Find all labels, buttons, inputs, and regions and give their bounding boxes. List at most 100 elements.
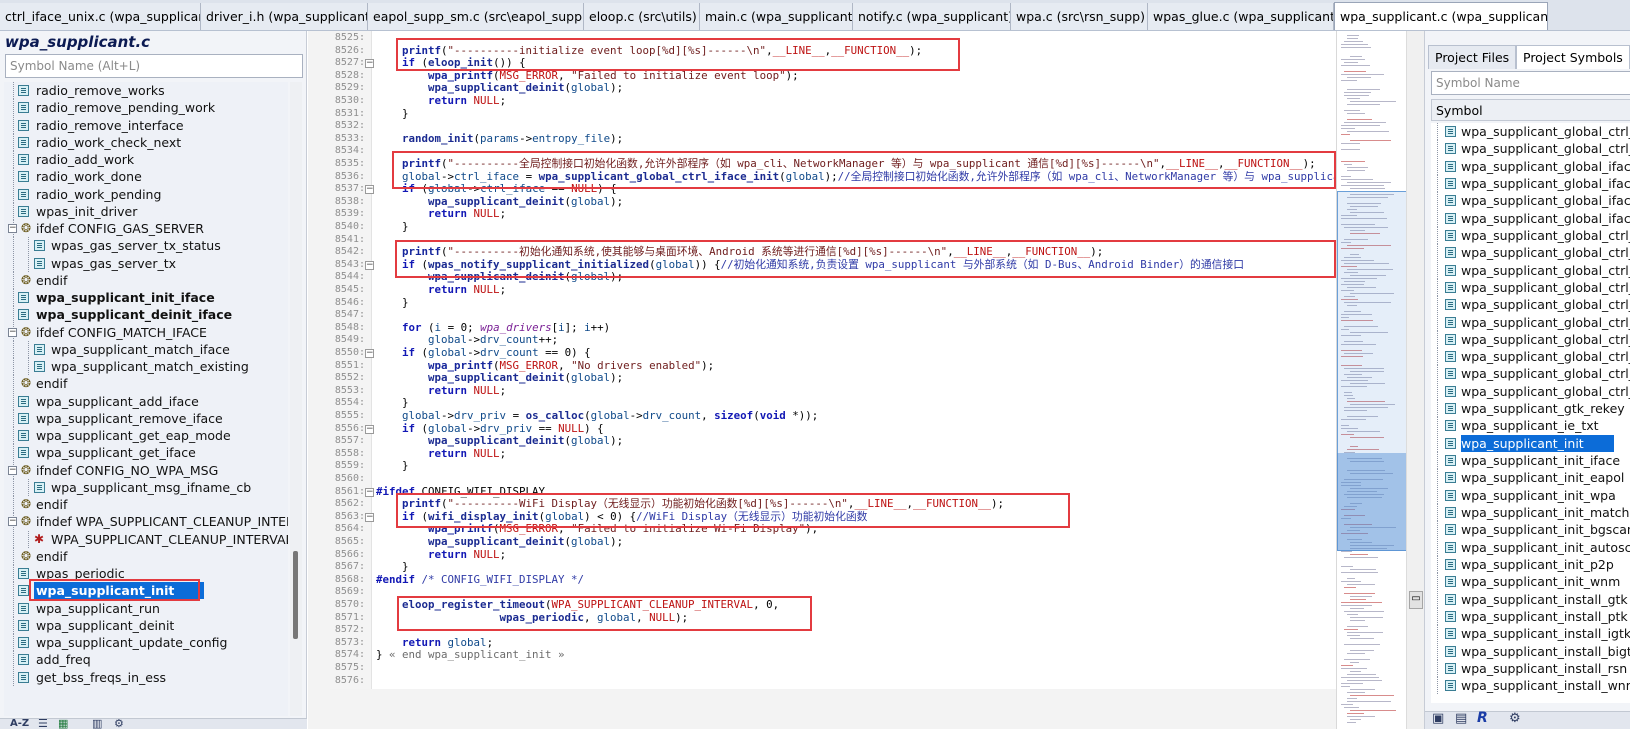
symbol-tree-item[interactable]: ❂ endif (4, 271, 288, 289)
sort-az-icon[interactable]: A-Z (10, 719, 29, 729)
tab-eapol-supp-sm-c[interactable]: eapol_supp_sm.c (src\eapol_supp) (368, 3, 584, 30)
project-symbol-item[interactable]: wpa_supplicant_init_eapol (1431, 469, 1630, 487)
scroll-down-icon[interactable]: ▭ (1409, 591, 1423, 609)
symbol-tree-item[interactable]: add_freq (4, 651, 288, 669)
refresh-r-icon[interactable]: R (1477, 711, 1488, 725)
settings-gear-icon[interactable]: ⚙ (1509, 712, 1521, 725)
project-symbol-item[interactable]: wpa_supplicant_global_iface_add (1431, 157, 1630, 175)
book-icon[interactable]: ▥ (92, 719, 102, 729)
project-symbol-item[interactable]: wpa_supplicant_install_ptk (1431, 607, 1630, 625)
project-symbol-item[interactable]: wpa_supplicant_init_autoscan (1431, 538, 1630, 556)
symbol-tree-item[interactable]: wpa_supplicant_init (4, 582, 288, 600)
fold-toggle-icon[interactable]: − (365, 260, 374, 270)
symbol-tree-item[interactable]: wpa_supplicant_deinit_iface (4, 306, 288, 324)
open-file-icon[interactable]: ▣ (1432, 712, 1444, 725)
symbol-tree-item[interactable]: radio_remove_works (4, 82, 288, 99)
symbol-tree-item[interactable]: radio_work_done (4, 168, 288, 186)
project-symbol-item[interactable]: wpa_supplicant_global_ctrl_iface_ctrl_rs… (1431, 382, 1630, 400)
project-symbol-item[interactable]: wpa_supplicant_install_bigtk (1431, 642, 1630, 660)
editor-vertical-scrollbar[interactable]: ▭ (1406, 31, 1424, 729)
project-symbol-item[interactable]: wpa_supplicant_global_iface_remove (1431, 174, 1630, 192)
tab-project-files[interactable]: Project Files (1428, 45, 1517, 69)
project-symbol-search-input[interactable] (1431, 71, 1630, 95)
symbol-tree-item[interactable]: − ❂ ifndef CONFIG_NO_WPA_MSG (4, 461, 288, 479)
symbol-tree-item[interactable]: − ❂ ifndef WPA_SUPPLICANT_CLEANUP_INTERVA (4, 513, 288, 531)
new-file-icon[interactable]: ▤ (1455, 712, 1467, 725)
tab-wpas-glue-c[interactable]: wpas_glue.c (wpa_supplicant) (1148, 3, 1334, 30)
project-symbol-item[interactable]: wpa_supplicant_global_ctrl_iface_init (1431, 123, 1630, 140)
symbol-tree-item[interactable]: wpa_supplicant_match_existing (4, 358, 288, 375)
code-line[interactable]: #endif /* CONFIG_WIFI_DISPLAY */ (376, 573, 584, 587)
project-symbol-item[interactable]: wpa_supplicant_gtk_rekey (1431, 400, 1630, 418)
project-symbol-item[interactable]: wpa_supplicant_global_ctrl_iface_level (1431, 348, 1630, 366)
list-view-icon[interactable]: ☰ (38, 719, 48, 729)
symbol-tree-item[interactable]: wpa_supplicant_match_iface (4, 340, 288, 358)
project-symbol-item[interactable]: wpa_supplicant_init (1431, 434, 1630, 452)
symbol-tree-item[interactable]: wpas_init_driver (4, 202, 288, 220)
project-symbol-item[interactable]: wpa_supplicant_global_iface_interfaces (1431, 209, 1630, 227)
code-line[interactable]: return NULL; (376, 283, 506, 297)
code-line[interactable]: return NULL; (376, 94, 506, 108)
project-symbol-item[interactable]: wpa_supplicant_install_igtk (1431, 625, 1630, 643)
symbol-tree-item[interactable]: wpa_supplicant_deinit (4, 616, 288, 634)
tab-notify-c[interactable]: notify.c (wpa_supplicant) (853, 3, 1011, 30)
fold-toggle-icon[interactable]: − (365, 424, 374, 434)
symbol-tree-item[interactable]: ❂ endif (4, 547, 288, 565)
code-line[interactable]: } (376, 107, 409, 121)
project-symbol-item[interactable]: wpa_supplicant_init_iface (1431, 452, 1630, 470)
code-line[interactable]: } (376, 220, 409, 234)
symbol-tree-item[interactable]: wpa_supplicant_run (4, 599, 288, 617)
collapse-toggle-icon[interactable]: − (8, 465, 17, 475)
tab-wpa-supplicant-c[interactable]: wpa_supplicant.c (wpa_supplicant)✕ (1334, 2, 1548, 30)
symbol-tree-item[interactable]: wpas_periodic (4, 565, 288, 582)
project-symbol-item[interactable]: wpa_supplicant_global_iface_list (1431, 192, 1630, 210)
collapse-toggle-icon[interactable]: − (8, 517, 17, 527)
tab-project-symbols[interactable]: Project Symbols (1516, 45, 1630, 69)
project-symbol-item[interactable]: wpa_supplicant_init_wpa (1431, 486, 1630, 504)
symbol-tree-item[interactable]: ❂ endif (4, 375, 288, 393)
code-line[interactable]: wpas_periodic, global, NULL); (376, 611, 689, 625)
project-symbol-item[interactable]: wpa_supplicant_install_gtk (1431, 590, 1630, 608)
symbol-tree-item[interactable]: ❂ endif (4, 496, 288, 513)
project-symbol-item[interactable]: wpa_supplicant_global_ctrl_iface_process (1431, 226, 1630, 244)
symbol-tree-item[interactable]: wpa_supplicant_init_iface (4, 289, 288, 306)
project-symbol-item[interactable]: wpa_supplicant_init_p2p (1431, 556, 1630, 573)
symbol-column-header[interactable]: Symbol (1431, 99, 1630, 121)
symbol-tree-item[interactable]: − ❂ ifdef CONFIG_GAS_SERVER (4, 220, 288, 237)
collapse-toggle-icon[interactable]: − (8, 327, 17, 337)
symbol-tree-item[interactable]: get_bss_freqs_in_ess (4, 668, 288, 686)
project-symbol-item[interactable]: wpa_supplicant_init_match (1431, 504, 1630, 522)
project-symbol-item[interactable]: wpa_supplicant_global_ctrl_iface_open (1431, 278, 1630, 296)
symbol-tree-item[interactable]: radio_remove_interface (4, 116, 288, 134)
symbol-tree-item[interactable]: wpa_supplicant_msg_ifname_cb (4, 478, 288, 496)
project-symbol-item[interactable]: wpa_supplicant_global_ctrl_iface_send (1431, 261, 1630, 279)
tab-driver-i-h[interactable]: driver_i.h (wpa_supplicant) (201, 3, 368, 30)
project-symbol-item[interactable]: wpa_supplicant_ie_txt (1431, 417, 1630, 435)
tab-eloop-c[interactable]: eloop.c (src\utils) (584, 3, 700, 30)
collapse-toggle-icon[interactable]: − (8, 224, 17, 233)
symbol-tree-item[interactable]: wpas_gas_server_tx (4, 254, 288, 272)
symbol-tree-item[interactable]: radio_work_pending (4, 185, 288, 203)
code-editor[interactable]: 8525: 8526: 8527: −8528: 8529: 8530: 8531: 8532… (330, 31, 1336, 689)
symbol-tree-item[interactable]: ✱ WPA_SUPPLICANT_CLEANUP_INTERVAL (4, 530, 288, 548)
tab-wpa-c[interactable]: wpa.c (src\rsn_supp) (1011, 3, 1148, 30)
symbol-tree-scrollbar[interactable] (290, 82, 302, 716)
scrollbar-thumb[interactable] (293, 551, 298, 639)
settings-gear-icon[interactable]: ⚙ (114, 719, 124, 729)
fold-toggle-icon[interactable]: − (365, 349, 374, 358)
code-minimap[interactable] (1336, 31, 1406, 729)
symbol-tree-item[interactable]: wpa_supplicant_get_iface (4, 444, 288, 462)
category-icon[interactable]: ▦ (58, 719, 68, 729)
project-symbol-item[interactable]: wpa_supplicant_init_bgscan (1431, 521, 1630, 539)
symbol-tree-item[interactable]: wpa_supplicant_get_eap_mode (4, 427, 288, 444)
symbol-tree-item[interactable]: − ❂ ifdef CONFIG_MATCH_IFACE (4, 323, 288, 341)
fold-toggle-icon[interactable]: − (365, 512, 374, 522)
symbol-tree-item[interactable]: radio_remove_pending_work (4, 99, 288, 117)
symbol-tree-item[interactable]: wpa_supplicant_update_config (4, 634, 288, 651)
project-symbol-item[interactable]: wpa_supplicant_global_ctrl_iface_close (1431, 296, 1630, 314)
code-line[interactable]: } « end wpa_supplicant_init » (376, 649, 565, 662)
project-symbol-item[interactable]: wpa_supplicant_global_ctrl_iface_receive (1431, 244, 1630, 262)
project-symbol-item[interactable]: wpa_supplicant_global_ctrl_iface_msg_cb (1431, 365, 1630, 383)
project-symbol-item[interactable]: wpa_supplicant_global_ctrl_iface_deinit (1431, 140, 1630, 158)
code-line[interactable]: } (376, 296, 409, 310)
